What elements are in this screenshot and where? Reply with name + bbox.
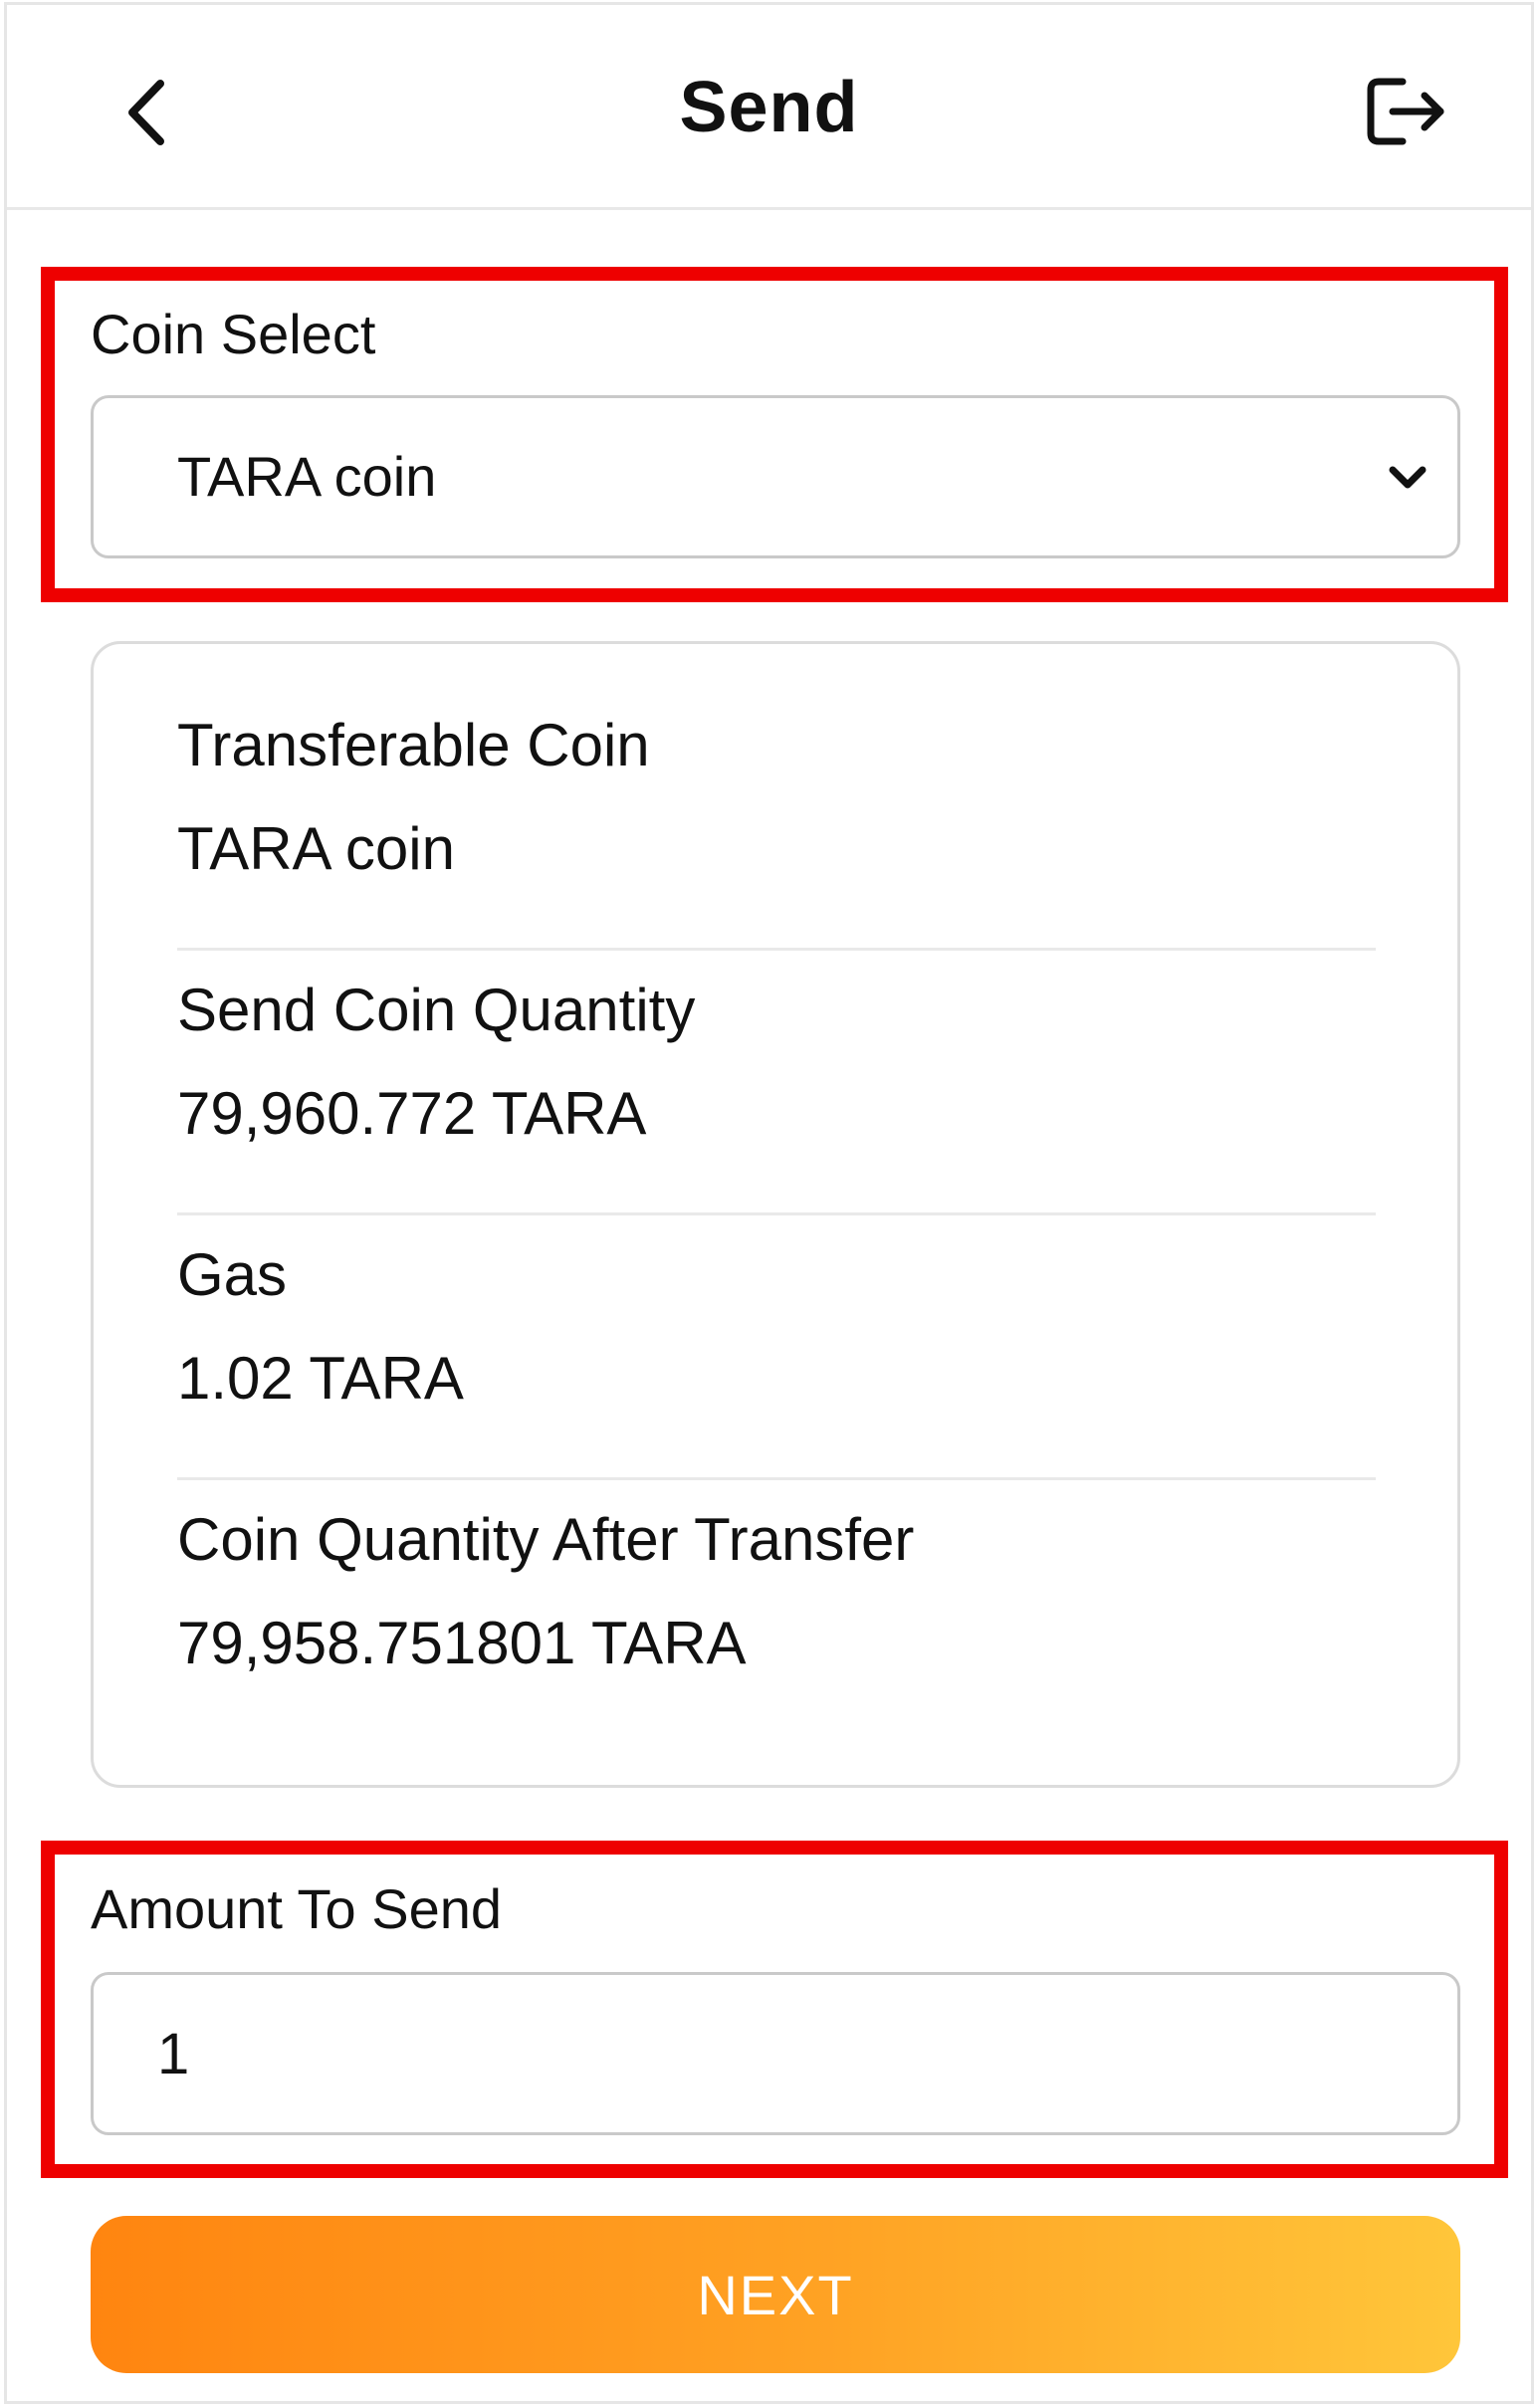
- info-row-gas: Gas 1.02 TARA: [177, 1223, 1376, 1430]
- transfer-info-card: Transferable Coin TARA coin Send Coin Qu…: [91, 641, 1460, 1788]
- info-value: 1.02 TARA: [177, 1345, 464, 1412]
- coin-select-label: Coin Select: [91, 303, 376, 365]
- page-title: Send: [679, 68, 859, 147]
- info-label: Coin Quantity After Transfer: [177, 1506, 915, 1573]
- divider: [177, 1212, 1376, 1215]
- info-label: Send Coin Quantity: [177, 977, 696, 1043]
- logout-button[interactable]: [1356, 67, 1455, 156]
- divider: [177, 948, 1376, 951]
- info-value: 79,960.772 TARA: [177, 1080, 647, 1147]
- chevron-down-icon: [1378, 448, 1437, 508]
- info-label: Gas: [177, 1241, 288, 1308]
- info-row-quantity-after-transfer: Coin Quantity After Transfer 79,958.7518…: [177, 1488, 1376, 1695]
- info-value: TARA coin: [177, 815, 455, 882]
- coin-select-value: TARA coin: [177, 445, 437, 508]
- logout-icon: [1367, 78, 1444, 145]
- app-frame: Send Coin Select TARA coin Transferable …: [4, 2, 1534, 2404]
- amount-input[interactable]: [91, 1972, 1460, 2135]
- divider: [177, 1477, 1376, 1480]
- amount-label: Amount To Send: [91, 1877, 503, 1940]
- info-row-send-coin-quantity: Send Coin Quantity 79,960.772 TARA: [177, 959, 1376, 1166]
- next-button[interactable]: NEXT: [91, 2216, 1460, 2373]
- header-bar: Send: [7, 5, 1531, 210]
- coin-select-dropdown[interactable]: TARA coin: [91, 395, 1460, 558]
- info-value: 79,958.751801 TARA: [177, 1610, 747, 1676]
- info-row-transferable-coin: Transferable Coin TARA coin: [177, 694, 1376, 901]
- info-label: Transferable Coin: [177, 712, 650, 778]
